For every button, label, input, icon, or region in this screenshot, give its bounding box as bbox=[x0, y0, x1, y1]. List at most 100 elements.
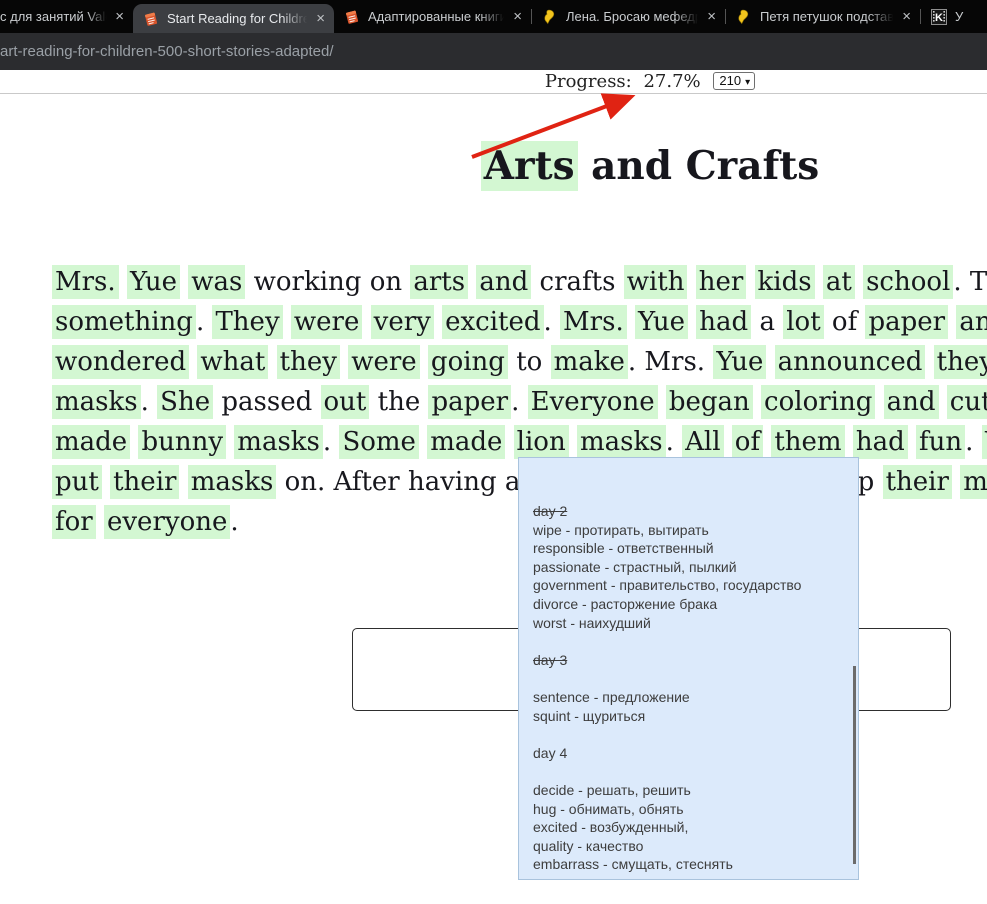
highlighted-word[interactable]: something bbox=[52, 305, 196, 339]
word: Mrs. bbox=[644, 347, 705, 377]
highlighted-word[interactable]: them bbox=[771, 425, 844, 459]
punctuation: . bbox=[141, 387, 149, 417]
highlighted-word[interactable]: they bbox=[934, 345, 987, 379]
highlighted-word[interactable]: everyone bbox=[104, 505, 230, 539]
highlighted-word[interactable]: Yue bbox=[635, 305, 688, 339]
punctuation: . bbox=[544, 307, 552, 337]
word: working bbox=[254, 267, 362, 297]
vocab-entry: quality - качество bbox=[533, 837, 848, 856]
highlighted-word[interactable]: paper bbox=[428, 385, 511, 419]
highlighted-word[interactable]: they bbox=[277, 345, 340, 379]
vocabulary-tooltip: day 2wipe - протирать, вытиратьresponsib… bbox=[518, 457, 859, 880]
highlighted-word[interactable]: announced bbox=[775, 345, 926, 379]
vocab-entry: divorce - расторжение брака bbox=[533, 595, 848, 614]
vocab-entry: day 3 bbox=[533, 651, 848, 670]
highlighted-word[interactable]: and bbox=[884, 385, 939, 419]
highlighted-word[interactable]: of bbox=[732, 425, 763, 459]
highlighted-word[interactable]: and bbox=[956, 305, 987, 339]
vocab-entry: hug - обнимать, обнять bbox=[533, 800, 848, 819]
highlighted-word[interactable]: cutting bbox=[947, 385, 987, 419]
page-select-dropdown[interactable]: 210▾ bbox=[713, 72, 755, 90]
reader-page: Progress: 27.7% 210▾ Arts and Crafts Mrs… bbox=[0, 70, 987, 904]
highlighted-word[interactable]: excited bbox=[442, 305, 543, 339]
browser-tab[interactable]: Start Reading for Children× bbox=[133, 4, 334, 33]
close-tab-icon[interactable]: × bbox=[701, 8, 725, 25]
highlighted-word[interactable]: had bbox=[696, 305, 751, 339]
highlighted-word[interactable]: Some bbox=[339, 425, 419, 459]
close-tab-icon[interactable]: × bbox=[896, 8, 920, 25]
k-film-favicon: K bbox=[931, 9, 947, 25]
browser-tab[interactable]: Петя петушок подставил× bbox=[726, 0, 920, 33]
highlighted-word[interactable]: made bbox=[427, 425, 505, 459]
highlighted-word[interactable]: school bbox=[863, 265, 953, 299]
highlighted-word[interactable]: began bbox=[666, 385, 753, 419]
highlighted-title-word[interactable]: Arts bbox=[481, 141, 578, 191]
highlighted-word[interactable]: was bbox=[188, 265, 245, 299]
highlighted-word[interactable]: Everyone bbox=[528, 385, 658, 419]
highlighted-word[interactable]: put bbox=[52, 465, 102, 499]
page-select-value: 210 bbox=[719, 73, 741, 88]
highlighted-word[interactable]: and bbox=[476, 265, 531, 299]
highlighted-word[interactable]: were bbox=[291, 305, 362, 339]
browser-tab[interactable]: Лена. Бросаю мефедрон× bbox=[532, 0, 725, 33]
vocab-entry: embarrass - смущать, стеснять bbox=[533, 855, 848, 874]
highlighted-word[interactable]: had bbox=[853, 425, 908, 459]
yellow-character-favicon bbox=[542, 9, 558, 25]
highlighted-word[interactable]: All bbox=[682, 425, 723, 459]
highlighted-word[interactable]: masks bbox=[577, 425, 666, 459]
highlighted-word[interactable]: She bbox=[157, 385, 213, 419]
highlighted-word[interactable]: lion bbox=[514, 425, 569, 459]
highlighted-word[interactable]: were bbox=[348, 345, 419, 379]
url-text: art-reading-for-children-500-short-stori… bbox=[0, 43, 334, 60]
highlighted-word[interactable]: Mrs. bbox=[560, 305, 627, 339]
browser-tab[interactable]: Адаптированные книги к× bbox=[334, 0, 531, 33]
url-bar[interactable]: art-reading-for-children-500-short-stori… bbox=[0, 33, 987, 70]
browser-tab[interactable]: KУ bbox=[921, 0, 972, 33]
highlighted-word[interactable]: their bbox=[110, 465, 179, 499]
close-tab-icon[interactable]: × bbox=[310, 10, 334, 27]
highlighted-word[interactable]: kids bbox=[755, 265, 815, 299]
highlighted-word[interactable]: very bbox=[371, 305, 434, 339]
highlighted-word[interactable]: bunny bbox=[138, 425, 226, 459]
highlighted-word[interactable]: her bbox=[696, 265, 747, 299]
word: After bbox=[334, 467, 400, 497]
punctuation: . bbox=[323, 427, 331, 457]
highlighted-word[interactable]: make bbox=[551, 345, 628, 379]
tab-title: Лена. Бросаю мефедрон bbox=[566, 9, 701, 24]
close-tab-icon[interactable]: × bbox=[109, 8, 133, 25]
highlighted-word[interactable]: masks bbox=[52, 385, 141, 419]
highlighted-word[interactable]: masks bbox=[234, 425, 323, 459]
tooltip-scrollbar[interactable] bbox=[853, 666, 856, 864]
highlighted-word[interactable]: going bbox=[428, 345, 508, 379]
highlighted-word[interactable]: When bbox=[982, 425, 987, 459]
highlighted-word[interactable]: wondered bbox=[52, 345, 189, 379]
highlighted-word[interactable]: Mrs. bbox=[52, 265, 119, 299]
highlighted-word[interactable]: at bbox=[823, 265, 855, 299]
word: having bbox=[408, 467, 497, 497]
tab-title: Start Reading for Children bbox=[167, 11, 310, 26]
vocab-blank-line bbox=[533, 762, 848, 781]
punctuation: . bbox=[196, 307, 204, 337]
close-tab-icon[interactable]: × bbox=[507, 8, 531, 25]
browser-tab[interactable]: с для занятий Valeria× bbox=[0, 0, 133, 33]
highlighted-word[interactable]: with bbox=[624, 265, 688, 299]
highlighted-word[interactable]: masks bbox=[188, 465, 277, 499]
highlighted-word[interactable]: arts bbox=[410, 265, 468, 299]
progress-value: 27.7% bbox=[643, 71, 700, 92]
highlighted-word[interactable]: lot bbox=[783, 305, 823, 339]
highlighted-word[interactable]: coloring bbox=[761, 385, 875, 419]
highlighted-word[interactable]: for bbox=[52, 505, 96, 539]
highlighted-word[interactable]: mess bbox=[960, 465, 987, 499]
highlighted-word[interactable]: fun bbox=[916, 425, 965, 459]
highlighted-word[interactable]: their bbox=[883, 465, 952, 499]
highlighted-word[interactable]: paper bbox=[865, 305, 948, 339]
highlighted-word[interactable]: They bbox=[212, 305, 282, 339]
highlighted-word[interactable]: what bbox=[197, 345, 268, 379]
highlighted-word[interactable]: out bbox=[321, 385, 370, 419]
word: The bbox=[970, 267, 987, 297]
punctuation: . bbox=[628, 347, 636, 377]
browser-window: с для занятий Valeria×Start Reading for … bbox=[0, 0, 987, 904]
highlighted-word[interactable]: made bbox=[52, 425, 130, 459]
highlighted-word[interactable]: Yue bbox=[713, 345, 766, 379]
highlighted-word[interactable]: Yue bbox=[127, 265, 180, 299]
